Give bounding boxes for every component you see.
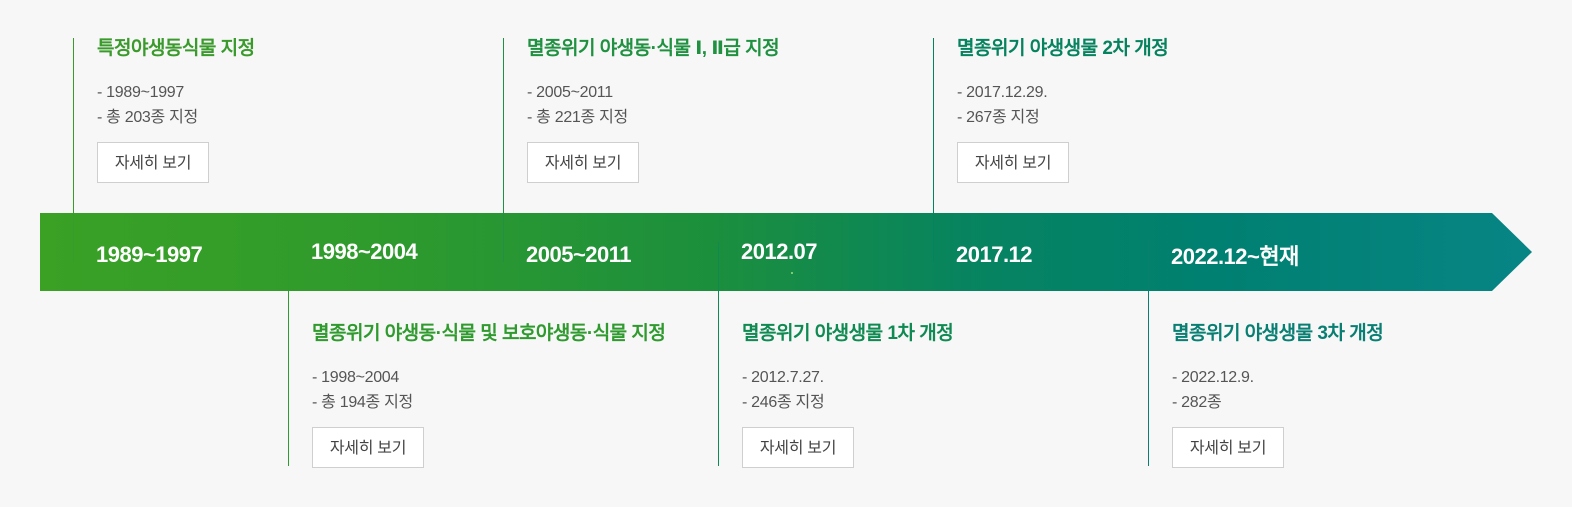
bar-dot xyxy=(791,272,793,274)
event-details: - 2005~2011 - 총 221종 지정 xyxy=(527,80,779,130)
event-count: - 282종 xyxy=(1172,394,1222,411)
event-title: 특정야생동식물 지정 xyxy=(97,38,255,59)
detail-button[interactable]: 자세히 보기 xyxy=(527,142,639,183)
event-title: 멸종위기 야생생물 3차 개정 xyxy=(1172,323,1384,344)
connector-line-2 xyxy=(288,242,289,466)
event-period: - 2022.12.9. xyxy=(1172,369,1254,386)
detail-button[interactable]: 자세히 보기 xyxy=(742,427,854,468)
event-count: - 총 203종 지정 xyxy=(97,109,198,126)
event-period: - 2005~2011 xyxy=(527,84,613,101)
event-details: - 2022.12.9. - 282종 xyxy=(1172,365,1383,415)
event-count: - 총 194종 지정 xyxy=(312,394,413,411)
connector-line-6 xyxy=(1148,242,1149,466)
detail-button[interactable]: 자세히 보기 xyxy=(1172,427,1284,468)
event-count: - 총 221종 지정 xyxy=(527,109,628,126)
year-label-6: 2022.12~현재 xyxy=(1171,244,1299,269)
event-details: - 2012.7.27. - 246종 지정 xyxy=(742,365,953,415)
event-count: - 246종 지정 xyxy=(742,394,825,411)
detail-button[interactable]: 자세히 보기 xyxy=(312,427,424,468)
event-title: 멸종위기 야생생물 2차 개정 xyxy=(957,38,1169,59)
event-card-4: 멸종위기 야생생물 1차 개정 - 2012.7.27. - 246종 지정 자… xyxy=(742,322,954,468)
event-period: - 2012.7.27. xyxy=(742,369,824,386)
event-card-5: 멸종위기 야생생물 2차 개정 - 2017.12.29. - 267종 지정 … xyxy=(957,37,1169,183)
event-card-6: 멸종위기 야생생물 3차 개정 - 2022.12.9. - 282종 자세히 … xyxy=(1172,322,1384,468)
year-label-3: 2005~2011 xyxy=(526,242,632,267)
event-card-1: 특정야생동식물 지정 - 1989~1997 - 총 203종 지정 자세히 보… xyxy=(97,37,255,183)
connector-line-4 xyxy=(718,242,719,466)
event-details: - 2017.12.29. - 267종 지정 xyxy=(957,80,1168,130)
connector-line-1 xyxy=(73,38,74,262)
connector-line-3 xyxy=(503,38,504,262)
event-details: - 1989~1997 - 총 203종 지정 xyxy=(97,80,255,130)
detail-button[interactable]: 자세히 보기 xyxy=(97,142,209,183)
timeline: 1989~1997 1998~2004 2005~2011 2012.07 20… xyxy=(0,0,1572,507)
event-title: 멸종위기 야생동·식물 및 보호야생동·식물 지정 xyxy=(312,323,666,344)
event-period: - 2017.12.29. xyxy=(957,84,1048,101)
connector-line-5 xyxy=(933,38,934,262)
event-count: - 267종 지정 xyxy=(957,109,1040,126)
year-label-2: 1998~2004 xyxy=(311,239,418,264)
event-card-2: 멸종위기 야생동·식물 및 보호야생동·식물 지정 - 1998~2004 - … xyxy=(312,322,666,468)
year-label-1: 1989~1997 xyxy=(96,242,203,267)
event-period: - 1989~1997 xyxy=(97,84,185,101)
event-title: 멸종위기 야생동·식물 Ⅰ, Ⅱ급 지정 xyxy=(527,38,780,59)
event-title: 멸종위기 야생생물 1차 개정 xyxy=(742,323,954,344)
event-period: - 1998~2004 xyxy=(312,369,400,386)
year-label-4: 2012.07 xyxy=(741,239,818,264)
detail-button[interactable]: 자세히 보기 xyxy=(957,142,1069,183)
event-card-3: 멸종위기 야생동·식물 Ⅰ, Ⅱ급 지정 - 2005~2011 - 총 221… xyxy=(527,37,780,183)
year-label-5: 2017.12 xyxy=(956,242,1033,267)
event-details: - 1998~2004 - 총 194종 지정 xyxy=(312,365,665,415)
